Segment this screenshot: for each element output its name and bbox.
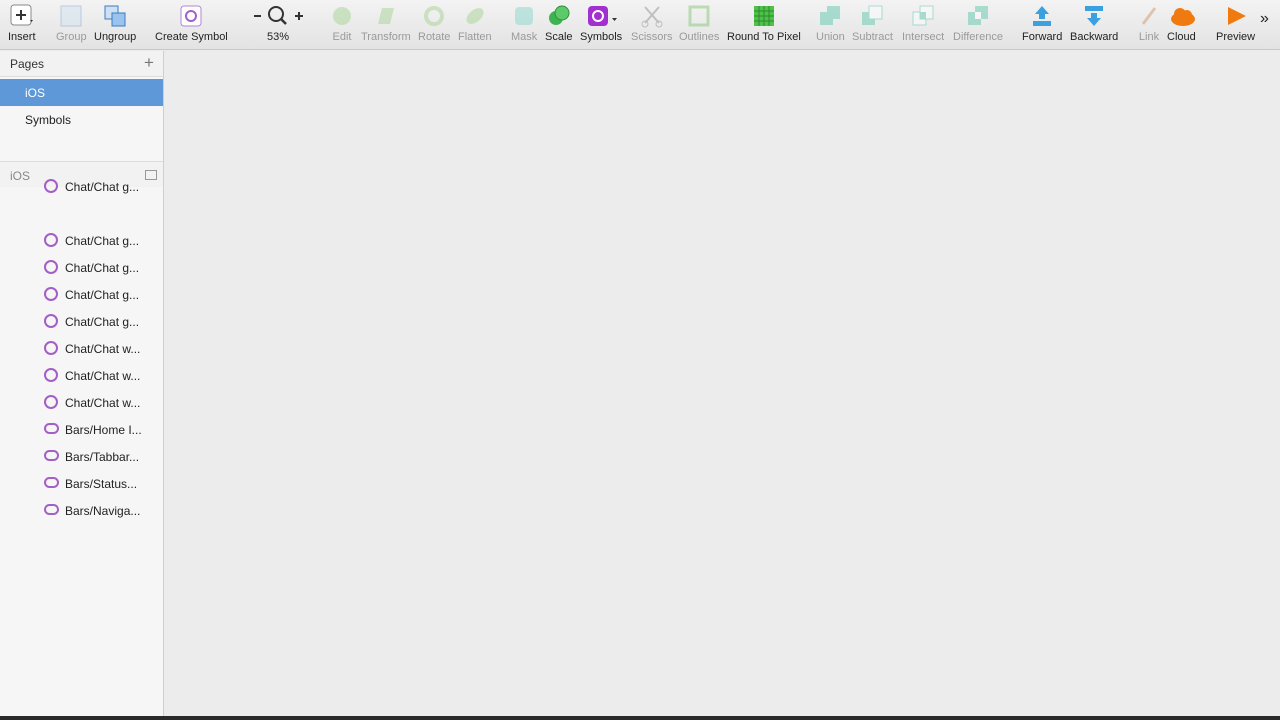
- ungroup-button[interactable]: Ungroup: [94, 4, 136, 48]
- layers-panel: Pages + iOS Symbols iOS Chat/Chat g... C…: [0, 51, 164, 716]
- more-toolbar-button[interactable]: »: [1260, 10, 1269, 54]
- layer-row[interactable]: Chat/Chat w...: [0, 362, 150, 389]
- group-icon: [59, 4, 83, 28]
- symbol-instance-icon: [44, 423, 59, 434]
- rotate-icon: [422, 4, 446, 28]
- symbols-button[interactable]: Symbols: [580, 4, 622, 48]
- symbol-icon: [44, 368, 58, 382]
- layer-row[interactable]: Bars/Naviga...: [0, 497, 150, 524]
- link-icon: [1137, 4, 1161, 28]
- transform-icon: [374, 4, 398, 28]
- zoom-icon: [252, 4, 304, 28]
- round-to-pixel-button[interactable]: Round To Pixel: [727, 4, 801, 48]
- symbols-icon: [584, 4, 618, 28]
- rotate-button[interactable]: Rotate: [418, 4, 450, 48]
- transform-button[interactable]: Transform: [361, 4, 411, 48]
- page-item-symbols[interactable]: Symbols: [0, 106, 163, 133]
- layer-row[interactable]: Bars/Home I...: [0, 416, 150, 443]
- edit-icon: [330, 4, 354, 28]
- layer-row[interactable]: Chat/Chat g...: [0, 281, 150, 308]
- pages-header: Pages +: [0, 51, 163, 77]
- backward-button[interactable]: Backward: [1070, 4, 1118, 48]
- outlines-icon: [687, 4, 711, 28]
- symbol-icon: [44, 314, 58, 328]
- scissors-icon: [640, 4, 664, 28]
- insert-button[interactable]: Insert: [8, 4, 36, 48]
- play-icon: [1224, 4, 1248, 28]
- flatten-button[interactable]: Flatten: [458, 4, 492, 48]
- forward-icon: [1030, 4, 1054, 28]
- union-button[interactable]: Union: [816, 4, 845, 48]
- forward-button[interactable]: Forward: [1022, 4, 1062, 48]
- symbol-icon: [44, 341, 58, 355]
- symbol-icon: [44, 179, 58, 193]
- symbol-icon: [44, 233, 58, 247]
- group-button[interactable]: Group: [56, 4, 87, 48]
- layer-row[interactable]: Chat/Chat w...: [0, 389, 150, 416]
- edit-button[interactable]: Edit: [330, 4, 354, 48]
- difference-icon: [966, 4, 990, 28]
- intersect-button[interactable]: Intersect: [902, 4, 944, 48]
- flatten-icon: [463, 4, 487, 28]
- symbol-icon: [179, 4, 203, 28]
- add-page-icon[interactable]: +: [144, 53, 154, 73]
- layer-row[interactable]: Chat/Chat g...: [0, 254, 150, 281]
- difference-button[interactable]: Difference: [953, 4, 1003, 48]
- backward-icon: [1082, 4, 1106, 28]
- preview-button[interactable]: Preview: [1216, 4, 1255, 48]
- mask-icon: [512, 4, 536, 28]
- bottom-edge: [0, 716, 1280, 720]
- symbol-instance-icon: [44, 504, 59, 515]
- subtract-icon: [860, 4, 884, 28]
- layer-row[interactable]: Chat/Chat g...: [0, 308, 150, 335]
- toolbar: Insert Group Ungroup Create Symbol 53% E…: [0, 0, 1280, 50]
- symbol-icon: [44, 395, 58, 409]
- layer-row[interactable]: Bars/Tabbar...: [0, 443, 150, 470]
- subtract-button[interactable]: Subtract: [852, 4, 893, 48]
- cloud-button[interactable]: Cloud: [1167, 4, 1196, 48]
- sketch-window: Insert Group Ungroup Create Symbol 53% E…: [0, 0, 1280, 716]
- zoom-control[interactable]: 53%: [252, 4, 304, 48]
- link-button[interactable]: Link: [1137, 4, 1161, 48]
- pixel-grid-icon: [752, 4, 776, 28]
- scissors-button[interactable]: Scissors: [631, 4, 673, 48]
- intersect-icon: [911, 4, 935, 28]
- symbol-instance-icon: [44, 450, 59, 461]
- union-icon: [818, 4, 842, 28]
- scale-button[interactable]: Scale: [545, 4, 573, 48]
- layer-row[interactable]: Chat/Chat g...: [0, 227, 150, 254]
- layer-row[interactable]: Chat/Chat w...: [0, 335, 150, 362]
- cloud-icon: [1169, 4, 1196, 28]
- symbol-instance-icon: [44, 477, 59, 488]
- mask-button[interactable]: Mask: [511, 4, 537, 48]
- symbol-icon: [44, 260, 58, 274]
- ungroup-icon: [103, 4, 127, 28]
- scale-icon: [547, 4, 571, 28]
- page-item-ios[interactable]: iOS: [0, 79, 163, 106]
- create-symbol-button[interactable]: Create Symbol: [155, 4, 228, 48]
- layer-row[interactable]: Bars/Status...: [0, 470, 150, 497]
- symbol-icon: [44, 287, 58, 301]
- plus-icon: [10, 4, 34, 28]
- outlines-button[interactable]: Outlines: [679, 4, 719, 48]
- layer-row[interactable]: Chat/Chat g...: [0, 173, 150, 200]
